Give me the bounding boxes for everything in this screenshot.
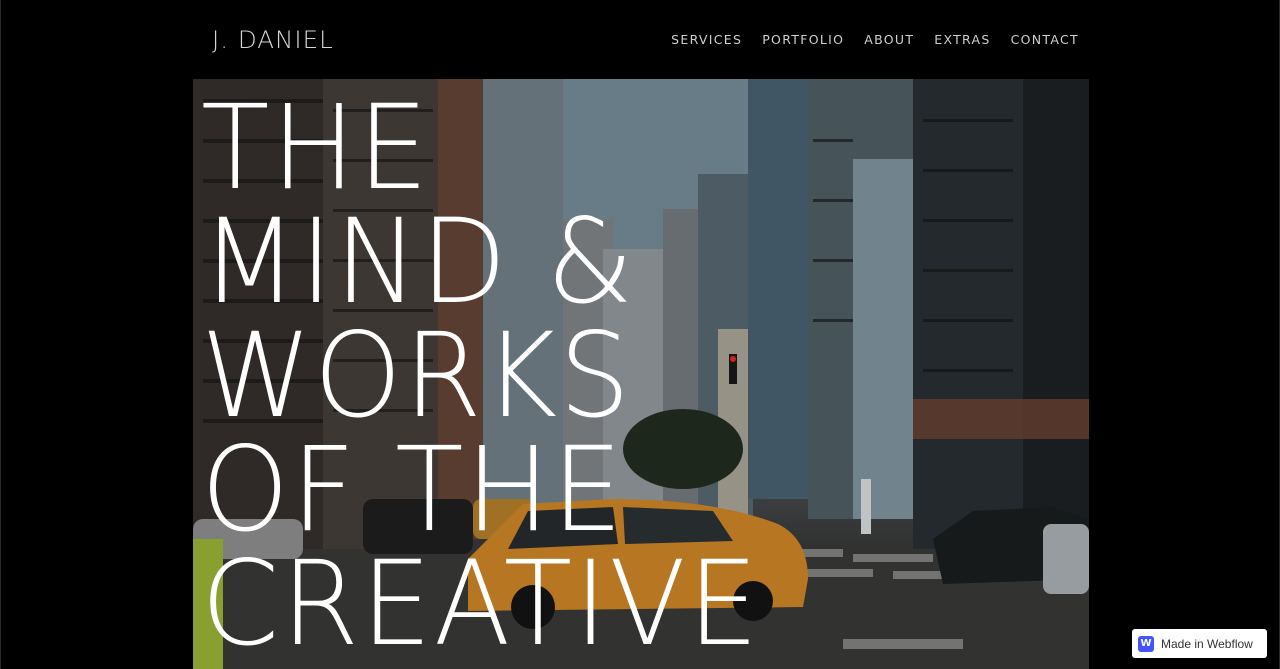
headline-line-1: THE <box>201 80 431 216</box>
site-header: J. DANIEL SERVICES PORTFOLIO ABOUT EXTRA… <box>193 0 1089 79</box>
badge-label: Made in Webflow <box>1161 636 1253 651</box>
main-nav: SERVICES PORTFOLIO ABOUT EXTRAS CONTACT <box>651 32 1089 47</box>
headline-line-3: WORKS <box>201 308 633 444</box>
hero-headline: THE MIND & WORKS OF THE CREATIVE <box>201 80 761 664</box>
made-in-webflow-badge[interactable]: W Made in Webflow <box>1132 629 1267 658</box>
webflow-logo-icon: W <box>1138 635 1154 652</box>
nav-contact[interactable]: CONTACT <box>1011 32 1079 47</box>
nav-portfolio[interactable]: PORTFOLIO <box>762 32 844 47</box>
nav-about[interactable]: ABOUT <box>864 32 914 47</box>
brand-logo-link[interactable]: J. DANIEL <box>192 26 334 54</box>
hero-section: THE MIND & WORKS OF THE CREATIVE <box>193 79 1089 669</box>
headline-line-5: CREATIVE <box>201 536 761 669</box>
page-frame: J. DANIEL SERVICES PORTFOLIO ABOUT EXTRA… <box>0 0 1280 669</box>
headline-line-4: OF THE <box>201 422 625 558</box>
nav-extras[interactable]: EXTRAS <box>934 32 990 47</box>
headline-line-2: MIND & <box>201 194 636 330</box>
nav-services[interactable]: SERVICES <box>671 32 742 47</box>
